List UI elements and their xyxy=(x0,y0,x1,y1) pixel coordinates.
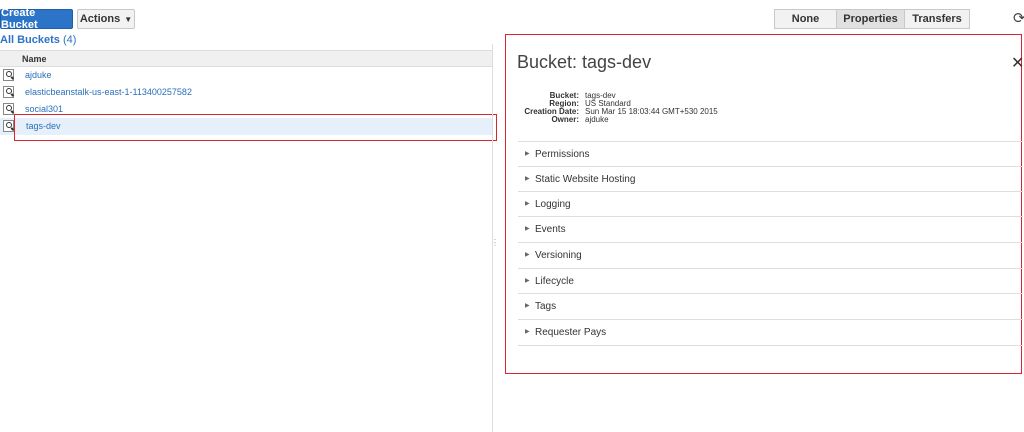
bucket-magnifier-icon[interactable] xyxy=(3,86,14,98)
section-static-website-hosting[interactable]: ▶ Static Website Hosting xyxy=(518,166,1023,191)
expand-arrow-icon: ▶ xyxy=(525,303,530,309)
section-label: Lifecycle xyxy=(535,276,574,287)
breadcrumb[interactable]: All Buckets (4) xyxy=(0,34,76,46)
section-logging[interactable]: ▶ Logging xyxy=(518,191,1023,216)
table-row[interactable]: ajduke xyxy=(0,67,492,84)
section-tags[interactable]: ▶ Tags xyxy=(518,293,1023,318)
expand-arrow-icon: ▶ xyxy=(525,201,530,207)
actions-label: Actions xyxy=(79,13,121,25)
view-properties-button[interactable]: Properties xyxy=(837,9,905,29)
section-label: Versioning xyxy=(535,250,582,261)
section-label: Events xyxy=(535,224,566,235)
bucket-magnifier-icon[interactable] xyxy=(3,69,14,81)
create-bucket-button[interactable]: Create Bucket xyxy=(0,7,73,31)
all-buckets-label: All Buckets xyxy=(0,34,60,46)
chevron-down-icon: ▼ xyxy=(124,14,133,24)
bucket-magnifier-icon[interactable] xyxy=(3,103,14,115)
bucket-magnifier-icon[interactable] xyxy=(3,120,14,132)
table-header: Name xyxy=(0,50,492,67)
section-label: Permissions xyxy=(535,149,590,160)
expand-arrow-icon: ▶ xyxy=(525,252,530,258)
refresh-icon[interactable]: ⟳ xyxy=(1013,9,1024,27)
meta-value-owner: ajduke xyxy=(585,115,609,124)
section-events[interactable]: ▶ Events xyxy=(518,216,1023,241)
section-label: Requester Pays xyxy=(535,327,607,338)
column-name[interactable]: Name xyxy=(22,54,47,64)
expand-arrow-icon: ▶ xyxy=(525,151,530,157)
expand-arrow-icon: ▶ xyxy=(525,176,530,182)
actions-dropdown[interactable]: Actions ▼ xyxy=(77,9,135,29)
meta-key-owner: Owner: xyxy=(551,115,579,124)
bucket-name-link[interactable]: ajduke xyxy=(25,70,52,80)
section-versioning[interactable]: ▶ Versioning xyxy=(518,242,1023,267)
expand-arrow-icon: ▶ xyxy=(525,278,530,284)
section-divider xyxy=(518,345,1023,346)
section-lifecycle[interactable]: ▶ Lifecycle xyxy=(518,268,1023,293)
section-label: Static Website Hosting xyxy=(535,174,636,185)
bucket-count: (4) xyxy=(62,34,77,46)
section-requester-pays[interactable]: ▶ Requester Pays xyxy=(518,319,1023,344)
expand-arrow-icon: ▶ xyxy=(525,226,530,232)
view-none-button[interactable]: None xyxy=(774,9,837,29)
panel-title: Bucket: tags-dev xyxy=(517,52,652,72)
properties-panel: Bucket: tags-dev ✕ Bucket: Region: Creat… xyxy=(505,34,1024,374)
view-transfers-button[interactable]: Transfers xyxy=(905,9,970,29)
expand-arrow-icon: ▶ xyxy=(525,329,530,335)
bucket-name-link[interactable]: social301 xyxy=(25,104,63,114)
splitter-grip-icon[interactable]: ⋮ xyxy=(491,239,499,247)
close-icon[interactable]: ✕ xyxy=(1011,53,1024,73)
selected-row-highlight xyxy=(14,114,497,141)
section-permissions[interactable]: ▶ Permissions xyxy=(518,141,1023,166)
section-label: Tags xyxy=(535,301,557,312)
bucket-name-link[interactable]: elasticbeanstalk-us-east-1-113400257582 xyxy=(25,87,192,97)
table-row[interactable]: elasticbeanstalk-us-east-1-113400257582 xyxy=(0,84,492,101)
section-label: Logging xyxy=(535,199,571,210)
